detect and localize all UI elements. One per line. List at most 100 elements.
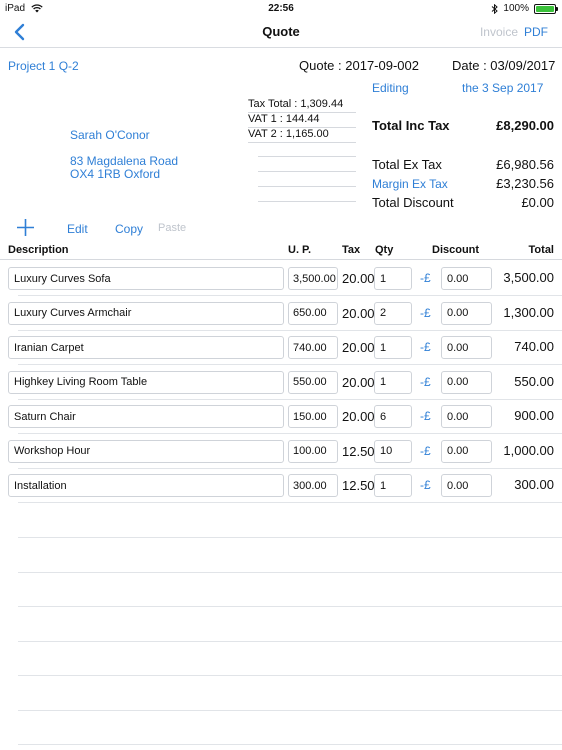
quantity-field[interactable]: 1	[374, 267, 412, 290]
edit-button[interactable]: Edit	[67, 222, 88, 236]
tax-rate[interactable]: 12.50	[342, 478, 375, 493]
empty-row-divider	[18, 641, 562, 642]
description-field[interactable]: Highkey Living Room Table	[8, 370, 284, 394]
quantity-field[interactable]: 1	[374, 474, 412, 497]
pdf-button[interactable]: PDF	[524, 25, 548, 39]
line-total: 3,500.00	[503, 270, 554, 285]
discount-field[interactable]: 0.00	[441, 474, 492, 497]
line-item-row: Luxury Curves Sofa 3,500.00 20.00 1 -£ 0…	[0, 261, 562, 296]
navigation-bar: Quote Invoice PDF	[0, 18, 562, 48]
customer-address-line1[interactable]: 83 Magdalena Road	[70, 154, 178, 168]
vat-2: VAT 2 : 1,165.00	[248, 128, 329, 140]
discount-field[interactable]: 0.00	[441, 336, 492, 359]
paste-button[interactable]: Paste	[158, 222, 186, 234]
description-field[interactable]: Installation	[8, 474, 284, 497]
quantity-field[interactable]: 10	[374, 439, 412, 463]
quantity-field[interactable]: 1	[374, 336, 412, 359]
tax-rate[interactable]: 12.50	[342, 444, 375, 459]
column-header-description: Description	[8, 244, 69, 256]
total-ex-tax-label: Total Ex Tax	[372, 157, 442, 172]
battery-percent: 100%	[503, 3, 529, 14]
project-link[interactable]: Project 1 Q-2	[8, 59, 79, 73]
unit-price-field[interactable]: 740.00	[288, 336, 338, 359]
total-ex-tax-value: £6,980.56	[496, 157, 554, 172]
bluetooth-icon	[492, 3, 499, 14]
tax-rate[interactable]: 20.00	[342, 340, 375, 355]
discount-type-toggle[interactable]: -£	[420, 340, 431, 354]
line-item-row: Installation 300.00 12.50 1 -£ 0.00 300.…	[0, 468, 562, 503]
tax-total: Tax Total : 1,309.44	[248, 98, 344, 110]
invoice-button[interactable]: Invoice	[480, 25, 518, 39]
line-total: 1,300.00	[503, 304, 554, 320]
tax-rate[interactable]: 20.00	[342, 271, 375, 286]
line-total: 900.00	[514, 408, 554, 423]
add-icon[interactable]	[16, 218, 35, 237]
margin-ex-tax-label[interactable]: Margin Ex Tax	[372, 177, 448, 191]
empty-row-divider	[18, 606, 562, 607]
editing-label[interactable]: Editing	[372, 81, 409, 95]
discount-field[interactable]: 0.00	[441, 301, 492, 325]
description-field[interactable]: Luxury Curves Sofa	[8, 267, 284, 290]
total-inc-tax-value: £8,290.00	[496, 118, 554, 133]
discount-field[interactable]: 0.00	[441, 267, 492, 290]
quote-number: Quote : 2017-09-002	[299, 58, 419, 73]
discount-type-toggle[interactable]: -£	[420, 478, 431, 492]
column-header-qty: Qty	[375, 244, 394, 256]
empty-row-divider	[18, 744, 562, 745]
tax-rate[interactable]: 20.00	[342, 409, 375, 424]
discount-field[interactable]: 0.00	[441, 370, 492, 394]
copy-button[interactable]: Copy	[115, 222, 143, 236]
description-field[interactable]: Workshop Hour	[8, 439, 284, 463]
total-discount-value: £0.00	[521, 195, 554, 210]
customer-address-line2[interactable]: OX4 1RB Oxford	[70, 167, 160, 181]
page-title: Quote	[262, 24, 300, 39]
quote-date: Date : 03/09/2017	[452, 58, 556, 73]
discount-type-toggle[interactable]: -£	[420, 409, 431, 423]
description-field[interactable]: Saturn Chair	[8, 405, 284, 428]
column-header-unit-price: U. P.	[288, 244, 312, 256]
empty-row-divider	[18, 710, 562, 711]
discount-field[interactable]: 0.00	[441, 439, 492, 463]
quantity-field[interactable]: 6	[374, 405, 412, 428]
discount-type-toggle[interactable]: -£	[420, 306, 431, 320]
status-time: 22:56	[268, 3, 294, 14]
status-bar: iPad 22:56 100%	[0, 0, 562, 18]
unit-price-field[interactable]: 3,500.00	[288, 267, 338, 290]
empty-row-divider	[18, 572, 562, 573]
unit-price-field[interactable]: 550.00	[288, 370, 338, 394]
description-field[interactable]: Luxury Curves Armchair	[8, 301, 284, 325]
battery-icon	[534, 3, 558, 14]
line-total: 740.00	[514, 339, 554, 354]
line-item-row: Iranian Carpet 740.00 20.00 1 -£ 0.00 74…	[0, 330, 562, 365]
line-total: 550.00	[514, 373, 554, 389]
unit-price-field[interactable]: 150.00	[288, 405, 338, 428]
total-inc-tax-label: Total Inc Tax	[372, 118, 450, 133]
description-field[interactable]: Iranian Carpet	[8, 336, 284, 359]
customer-name[interactable]: Sarah O'Conor	[70, 128, 150, 142]
total-discount-label: Total Discount	[372, 195, 454, 210]
discount-type-toggle[interactable]: -£	[420, 375, 431, 389]
tax-rate[interactable]: 20.00	[342, 375, 375, 390]
line-item-row: Workshop Hour 100.00 12.50 10 -£ 0.00 1,…	[0, 434, 562, 469]
margin-ex-tax-value: £3,230.56	[496, 176, 554, 191]
unit-price-field[interactable]: 300.00	[288, 474, 338, 497]
line-item-row: Highkey Living Room Table 550.00 20.00 1…	[0, 365, 562, 400]
discount-type-toggle[interactable]: -£	[420, 271, 431, 285]
column-header-total: Total	[528, 244, 554, 256]
line-item-row: Saturn Chair 150.00 20.00 6 -£ 0.00 900.…	[0, 399, 562, 434]
line-item-row: Luxury Curves Armchair 650.00 20.00 2 -£…	[0, 296, 562, 331]
quantity-field[interactable]: 1	[374, 370, 412, 394]
tax-rate[interactable]: 20.00	[342, 306, 375, 321]
unit-price-field[interactable]: 650.00	[288, 301, 338, 325]
unit-price-field[interactable]: 100.00	[288, 439, 338, 463]
column-header-discount: Discount	[432, 244, 480, 256]
quantity-field[interactable]: 2	[374, 301, 412, 325]
discount-field[interactable]: 0.00	[441, 405, 492, 428]
column-header-tax: Tax	[342, 244, 361, 256]
line-total: 1,000.00	[503, 442, 554, 458]
line-total: 300.00	[514, 477, 554, 492]
empty-row-divider	[18, 675, 562, 676]
editing-date[interactable]: the 3 Sep 2017	[462, 81, 543, 95]
empty-row-divider	[18, 537, 562, 538]
discount-type-toggle[interactable]: -£	[420, 444, 431, 458]
